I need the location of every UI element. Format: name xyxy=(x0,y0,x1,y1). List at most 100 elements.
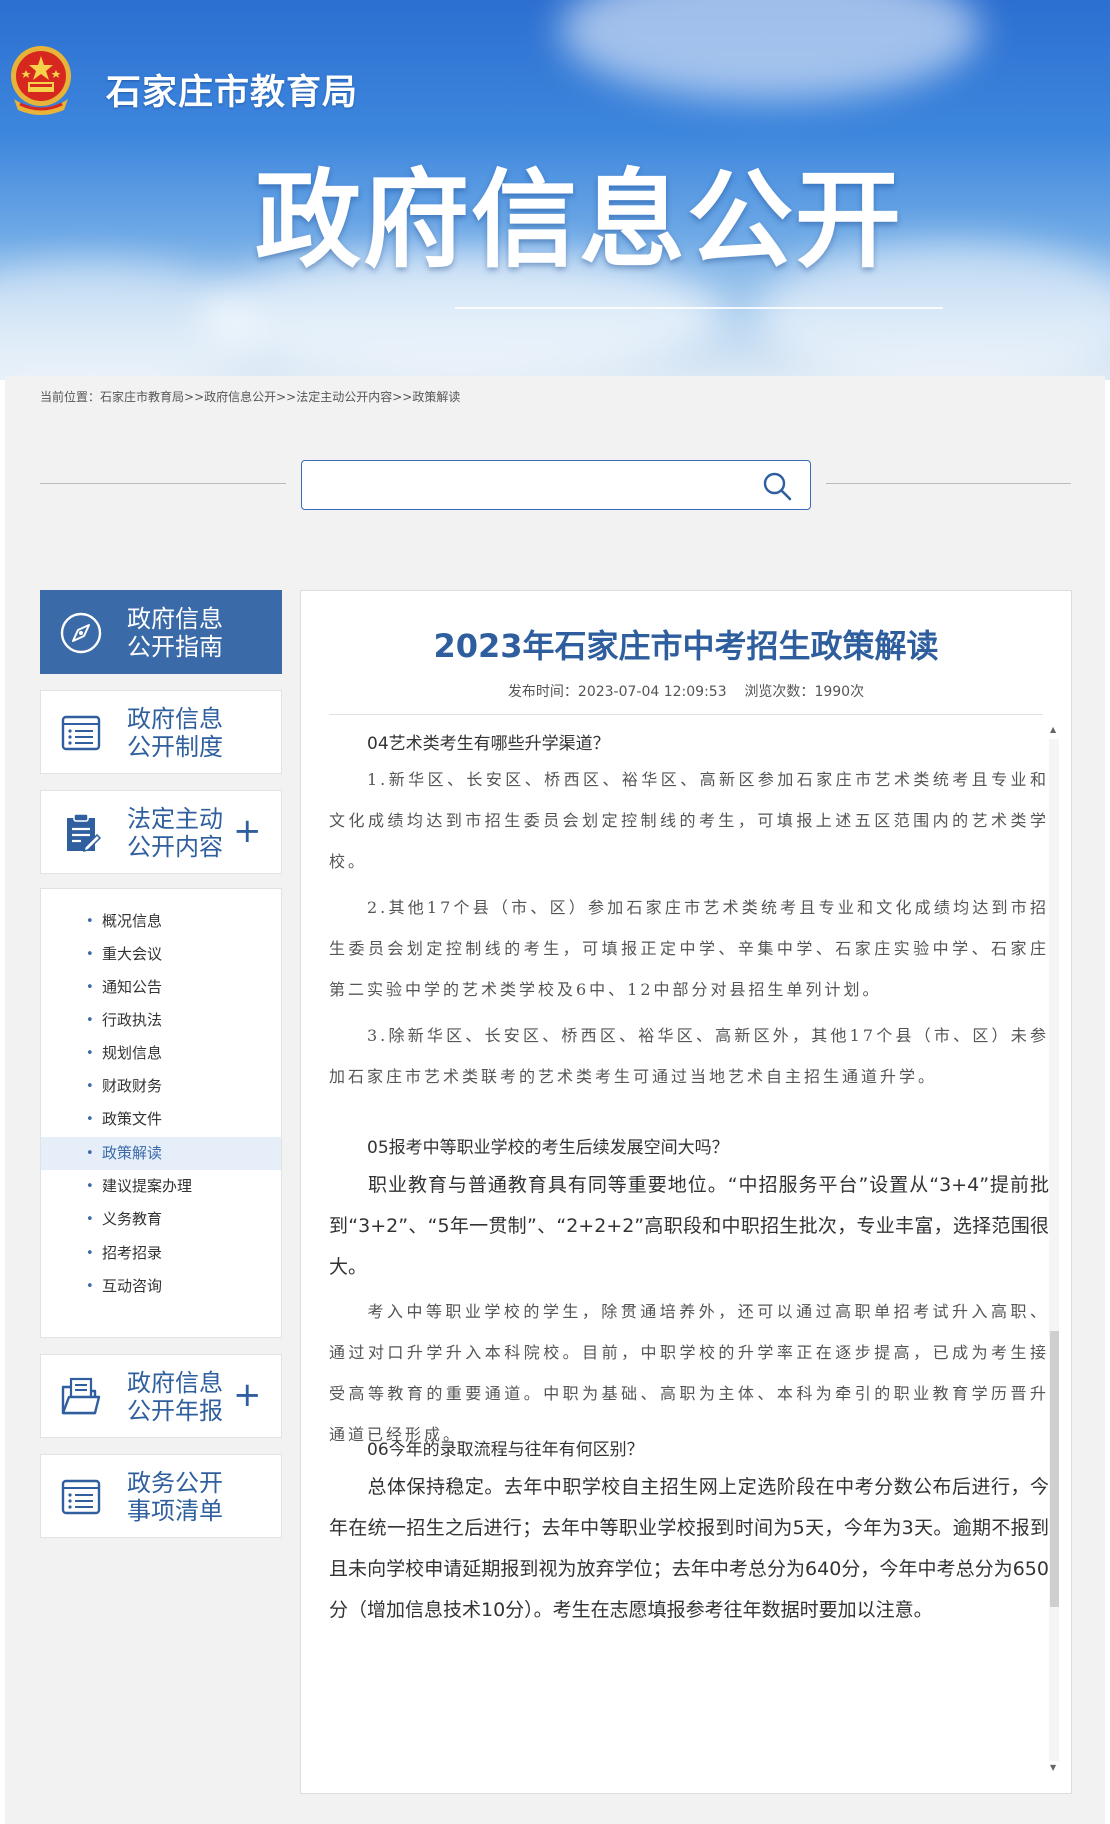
article-paragraph: 2.其他17个县（市、区）参加石家庄市艺术类统考且专业和文化成绩均达到市招生委员… xyxy=(329,887,1049,1010)
divider xyxy=(329,714,1043,715)
bullet-icon: • xyxy=(86,1246,94,1261)
sidebar-label-line: 政务公开 xyxy=(127,1469,223,1497)
article-panel: 2023年石家庄市中考招生政策解读 发布时间：2023-07-04 12:09:… xyxy=(300,590,1072,1794)
bullet-icon: • xyxy=(86,1179,94,1194)
bullet-icon: • xyxy=(86,980,94,995)
list-doc-icon xyxy=(61,715,101,751)
question-heading: 05报考中等职业学校的考生后续发展空间大吗？ xyxy=(367,1138,729,1158)
paragraph-text: 职业教育与普通教育具有同等重要地位。“中招服务平台”设置从“3+4”提前批到“3… xyxy=(329,1174,1049,1278)
subnav-item[interactable]: • 重大会议 xyxy=(41,938,281,971)
article-paragraph: 考入中等职业学校的学生，除贯通培养外，还可以通过高职单招考试升入高职、通过对口升… xyxy=(329,1291,1049,1455)
search-input[interactable] xyxy=(314,473,738,499)
publish-label: 发布时间： xyxy=(507,684,578,700)
sidebar-item-statutory[interactable]: 法定主动 公开内容 + xyxy=(40,790,282,874)
sidebar-label-line: 公开指南 xyxy=(127,633,223,661)
subnav-item[interactable]: • 概况信息 xyxy=(41,905,281,938)
sidebar-item-matters[interactable]: 政务公开 事项清单 xyxy=(40,1454,282,1538)
breadcrumb-path[interactable]: 石家庄市教育局>>政府信息公开>>法定主动公开内容>>政策解读 xyxy=(100,390,460,404)
sidebar-label-line: 政府信息 xyxy=(127,605,223,633)
subnav-label: 规划信息 xyxy=(102,1044,163,1062)
bullet-icon: • xyxy=(86,1013,94,1028)
sidebar-item-guide[interactable]: 政府信息 公开指南 xyxy=(40,590,282,674)
scrollbar-thumb[interactable] xyxy=(1050,1331,1059,1607)
folder-doc-icon xyxy=(61,1377,101,1415)
compass-icon xyxy=(60,612,102,654)
subnav-label: 行政执法 xyxy=(102,1011,163,1029)
article-paragraph: 1.新华区、长安区、桥西区、裕华区、高新区参加石家庄市艺术类统考且专业和文化成绩… xyxy=(329,759,1049,882)
site-name: 石家庄市教育局 xyxy=(106,73,359,113)
subnav-item[interactable]: • 建议提案办理 xyxy=(41,1170,281,1203)
subnav-label: 建议提案办理 xyxy=(102,1177,193,1195)
subnav-item[interactable]: • 义务教育 xyxy=(41,1203,281,1236)
article-paragraph: 职业教育与普通教育具有同等重要地位。“中招服务平台”设置从“3+4”提前批到“3… xyxy=(329,1165,1049,1288)
banner-title: 政府信息公开 xyxy=(255,159,903,282)
breadcrumb: 当前位置：石家庄市教育局>>政府信息公开>>法定主动公开内容>>政策解读 xyxy=(40,388,460,405)
bullet-icon: • xyxy=(86,947,94,962)
subnav-label: 财政财务 xyxy=(102,1077,163,1095)
bullet-icon: • xyxy=(86,914,94,929)
subnav-label: 通知公告 xyxy=(102,978,163,996)
bullet-icon: • xyxy=(86,1279,94,1294)
scroll-up-icon[interactable]: ▲ xyxy=(1050,725,1056,735)
scrollbar-track[interactable] xyxy=(1049,739,1059,1761)
subnav-item[interactable]: • 招考招录 xyxy=(41,1237,281,1270)
breadcrumb-label: 当前位置： xyxy=(40,390,101,404)
paragraph-text: 总体保持稳定。去年中职学校自主招生网上定选阶段在中考分数公布后进行，今年在统一招… xyxy=(329,1476,1049,1621)
paragraph-text: 考入中等职业学校的学生，除贯通培养外，还可以通过高职单招考试升入高职、通过对口升… xyxy=(329,1302,1049,1444)
subnav-label: 义务教育 xyxy=(102,1210,163,1228)
views-count: 1990次 xyxy=(814,684,865,700)
subnav-item[interactable]: • 行政执法 xyxy=(41,1004,281,1037)
sidebar-subnav: • 概况信息 • 重大会议 • 通知公告 • 行政执法 • 规划信息 • 财政财务 • 政策文… xyxy=(40,888,282,1338)
banner-cloud xyxy=(560,0,980,100)
sidebar-label-line: 公开内容 xyxy=(127,833,223,861)
subnav-item[interactable]: • 互动咨询 xyxy=(41,1270,281,1303)
search-box xyxy=(301,460,811,510)
list-doc-icon xyxy=(61,1479,101,1515)
sidebar-label-line: 事项清单 xyxy=(127,1497,223,1525)
sidebar-label-line: 政府信息 xyxy=(127,1369,223,1397)
bullet-icon: • xyxy=(86,1046,94,1061)
bullet-icon: • xyxy=(86,1112,94,1127)
scroll-down-icon[interactable]: ▼ xyxy=(1050,1763,1056,1773)
expand-icon[interactable]: + xyxy=(233,811,262,851)
main-content: 当前位置：石家庄市教育局>>政府信息公开>>法定主动公开内容>>政策解读 政府信… xyxy=(5,376,1105,1824)
sidebar-label-line: 法定主动 xyxy=(127,805,223,833)
question-heading: 06今年的录取流程与往年有何区别？ xyxy=(367,1440,644,1460)
sidebar-item-label: 法定主动 公开内容 xyxy=(127,805,223,861)
sidebar-item-label: 政务公开 事项清单 xyxy=(127,1469,223,1525)
article-paragraph: 3.除新华区、长安区、桥西区、裕华区、高新区外，其他17个县（市、区）未参加石家… xyxy=(329,1015,1049,1097)
paragraph-text: 3.除新华区、长安区、桥西区、裕华区、高新区外，其他17个县（市、区）未参加石家… xyxy=(329,1026,1049,1086)
subnav-label: 重大会议 xyxy=(102,945,163,963)
article-paragraph: 总体保持稳定。去年中职学校自主招生网上定选阶段在中考分数公布后进行，今年在统一招… xyxy=(329,1467,1049,1631)
expand-icon[interactable]: + xyxy=(233,1375,262,1415)
subnav-item[interactable]: • 财政财务 xyxy=(41,1070,281,1103)
sidebar-item-label: 政府信息 公开指南 xyxy=(127,605,223,661)
subnav-label: 政策文件 xyxy=(102,1110,163,1128)
sidebar-item-system[interactable]: 政府信息 公开制度 xyxy=(40,690,282,774)
question-heading: 04艺术类考生有哪些升学渠道？ xyxy=(367,734,610,754)
article-body[interactable]: 04艺术类考生有哪些升学渠道？ 1.新华区、长安区、桥西区、裕华区、高新区参加石… xyxy=(329,725,1049,1775)
subnav-item-selected[interactable]: • 政策解读 xyxy=(41,1137,281,1170)
subnav-item[interactable]: • 通知公告 xyxy=(41,971,281,1004)
header-banner: 石家庄市教育局 政府信息公开 xyxy=(0,0,1110,380)
sidebar-label-line: 公开年报 xyxy=(127,1397,223,1425)
subnav-label: 互动咨询 xyxy=(102,1277,163,1295)
national-emblem-icon xyxy=(11,46,71,115)
divider-left xyxy=(40,483,286,484)
subnav-item[interactable]: • 规划信息 xyxy=(41,1037,281,1070)
bullet-icon: • xyxy=(86,1146,94,1161)
bullet-icon: • xyxy=(86,1079,94,1094)
subnav-item[interactable]: • 政策文件 xyxy=(41,1103,281,1136)
publish-time: 2023-07-04 12:09:53 xyxy=(577,684,727,700)
search-icon[interactable] xyxy=(762,471,792,501)
sidebar-item-label: 政府信息 公开年报 xyxy=(127,1369,223,1425)
subnav-label: 政策解读 xyxy=(102,1144,163,1162)
sidebar-item-annual[interactable]: 政府信息 公开年报 + xyxy=(40,1354,282,1438)
sidebar-item-label: 政府信息 公开制度 xyxy=(127,705,223,761)
sidebar-label-line: 公开制度 xyxy=(127,733,223,761)
views-label: 浏览次数： xyxy=(744,684,815,700)
article-title: 2023年石家庄市中考招生政策解读 xyxy=(433,627,939,665)
sidebar-label-line: 政府信息 xyxy=(127,705,223,733)
article-scrollbar[interactable]: ▲ ▼ xyxy=(1047,723,1061,1777)
divider-right xyxy=(826,483,1071,484)
